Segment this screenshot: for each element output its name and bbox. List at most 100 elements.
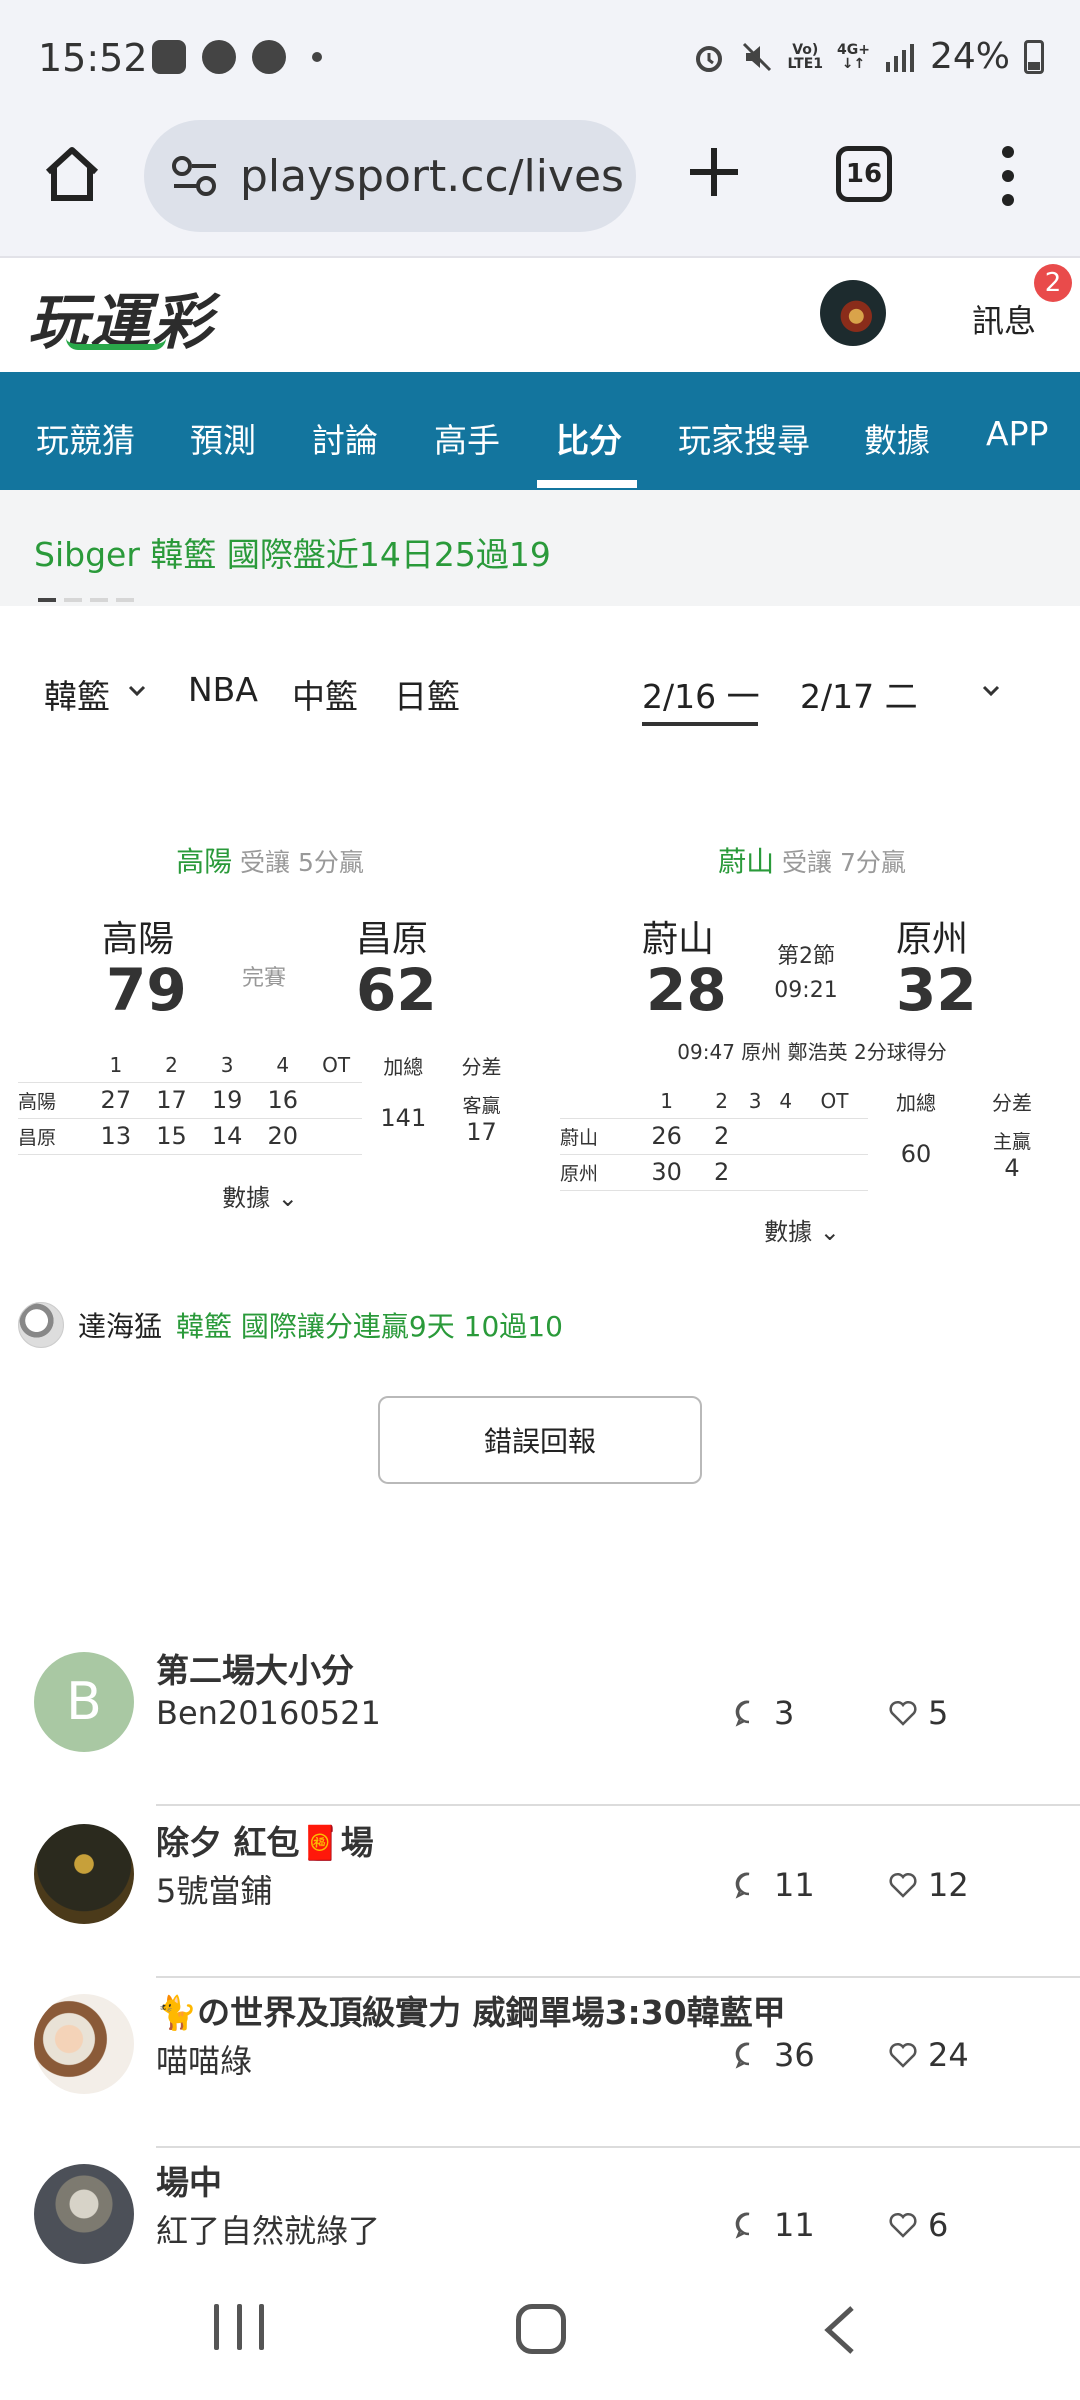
score-diff: 客贏 17 xyxy=(462,1094,501,1146)
post-title[interactable]: 除夕 紅包🧧場 xyxy=(156,1816,374,1864)
league-nba[interactable]: NBA xyxy=(188,670,258,709)
user-avatar[interactable] xyxy=(820,280,886,346)
game-header: 高陽 受讓 5分贏 xyxy=(176,845,364,878)
line-icon xyxy=(202,40,236,74)
mute-icon xyxy=(742,42,771,71)
nav-item-predict[interactable]: 預測 xyxy=(190,414,256,462)
game-status: 完賽 xyxy=(241,966,286,991)
nav-item-app[interactable]: APP xyxy=(986,414,1048,453)
tip-banner[interactable]: 達海猛 韓籃 國際讓分連贏9天 10過10 xyxy=(18,1300,563,1350)
notification-icons xyxy=(152,40,322,74)
latest-event: 09:47 原州 鄭浩英 2分球得分 xyxy=(677,1040,947,1064)
post-author[interactable]: 喵喵綠 xyxy=(156,2036,252,2082)
volte-indicator: Vo) LTE1 xyxy=(787,41,824,72)
logo-swoosh xyxy=(66,338,166,350)
like-count[interactable]: 12 xyxy=(888,1866,969,1904)
avatar xyxy=(34,1824,134,1924)
date-tab-active[interactable]: 2/16 一 xyxy=(642,670,760,718)
comment-icon xyxy=(735,2042,750,2069)
heart-icon xyxy=(889,1872,917,1898)
nav-item-data[interactable]: 數據 xyxy=(864,414,930,462)
new-tab-icon[interactable] xyxy=(684,142,744,202)
browser-toolbar: playsport.cc/lives 16 xyxy=(0,120,1080,258)
home-icon[interactable] xyxy=(40,142,104,206)
total-score: 60 xyxy=(900,1140,932,1168)
site-header: 玩運彩 訊息 2 xyxy=(0,258,1080,372)
ticker-pagination xyxy=(38,598,134,602)
away-team-score: 28 xyxy=(646,956,727,1024)
quarter-table: 1 2 3 4 OT 加總 分差 高陽 27 17 19 16 141 客贏 17 昌原 13 15 1… xyxy=(18,1048,518,1155)
like-count[interactable]: 5 xyxy=(888,1694,948,1732)
like-count[interactable]: 6 xyxy=(888,2206,948,2244)
quarter-table: 1 2 3 4 OT 加總 分差 蔚山 26 2 60 主贏 4 原州 30 2 xyxy=(560,1084,1060,1191)
system-navigation-bar xyxy=(0,2280,1080,2400)
nav-active-indicator xyxy=(537,480,637,488)
recent-apps-icon[interactable] xyxy=(214,2304,264,2354)
report-error-button[interactable]: 錯誤回報 xyxy=(378,1396,702,1484)
battery-percent: 24% xyxy=(929,36,1010,77)
back-icon[interactable] xyxy=(820,2304,860,2356)
game-header: 蔚山 受讓 7分贏 xyxy=(718,845,906,878)
data-indicator: 4G+ ↓↑ xyxy=(837,41,870,72)
comment-count: 3 xyxy=(734,1694,794,1732)
comment-icon xyxy=(735,1700,750,1727)
list-item[interactable]: 🐈の世界及頂級實力 威鋼單場3:30韓藍甲 喵喵綠 36 24 xyxy=(0,1978,1080,2148)
nav-item-scores[interactable]: 比分 xyxy=(556,414,622,462)
alarm-icon xyxy=(695,45,722,72)
comment-count: 11 xyxy=(734,2206,815,2244)
messages-link[interactable]: 訊息 xyxy=(972,296,1036,342)
tipster-name[interactable]: 達海猛 xyxy=(78,1305,162,1345)
status-bar: 15:52 Vo) LTE1 4G+ ↓↑ 24% xyxy=(0,0,1080,120)
home-team-name: 原州 xyxy=(896,919,969,960)
gallery-icon xyxy=(152,40,186,74)
url-text[interactable]: playsport.cc/lives xyxy=(240,151,624,202)
home-button-icon[interactable] xyxy=(516,2304,566,2354)
league-dropdown[interactable]: 韓籃 xyxy=(44,670,110,718)
total-score: 141 xyxy=(380,1104,427,1132)
nav-item-competition[interactable]: 玩競猜 xyxy=(36,414,135,462)
avatar xyxy=(34,2164,134,2264)
like-count[interactable]: 24 xyxy=(888,2036,969,2074)
more-menu-icon[interactable] xyxy=(996,146,1020,206)
game-card[interactable]: 高陽 受讓 5分贏 高陽 昌原 79 62 完賽 1 2 3 4 OT 加總 分差 高陽 2… xyxy=(10,840,530,1220)
league-jpn[interactable]: 日籃 xyxy=(394,670,460,718)
nav-item-player-search[interactable]: 玩家搜尋 xyxy=(678,414,810,462)
heart-icon xyxy=(889,2212,917,2238)
post-title[interactable]: 🐈の世界及頂級實力 威鋼單場3:30韓藍甲 xyxy=(156,1986,786,2034)
home-team-name: 昌原 xyxy=(356,919,429,960)
stats-link[interactable]: 數據 ⌄ xyxy=(180,1178,340,1213)
list-item[interactable]: B 第二場大小分 Ben20160521 3 5 xyxy=(0,1636,1080,1806)
main-nav: 玩競猜 預測 討論 高手 比分 玩家搜尋 數據 APP xyxy=(0,372,1080,490)
post-author[interactable]: 紅了自然就綠了 xyxy=(156,2206,380,2252)
game-period: 第2節 09:21 xyxy=(774,944,838,1003)
system-status: Vo) LTE1 4G+ ↓↑ 24% xyxy=(692,36,1044,77)
ticker-banner[interactable]: Sibger 韓籃 國際盤近14日25過19 xyxy=(0,490,1080,606)
address-bar[interactable]: playsport.cc/lives xyxy=(144,120,636,232)
site-settings-icon[interactable] xyxy=(170,154,220,198)
chrome-icon xyxy=(252,40,286,74)
stats-link[interactable]: 數據 ⌄ xyxy=(722,1212,882,1247)
away-team-name: 高陽 xyxy=(102,919,175,960)
chevron-down-icon[interactable] xyxy=(128,682,146,700)
away-team-score: 79 xyxy=(106,956,187,1024)
date-chevron-down-icon[interactable] xyxy=(982,682,1000,700)
post-title[interactable]: 場中 xyxy=(156,2156,222,2204)
tip-text[interactable]: 韓籃 國際讓分連贏9天 10過10 xyxy=(176,1305,563,1345)
list-item[interactable]: 除夕 紅包🧧場 5號當鋪 11 12 xyxy=(0,1808,1080,1978)
more-notifications-icon xyxy=(312,52,322,62)
post-title[interactable]: 第二場大小分 xyxy=(156,1644,354,1692)
nav-item-forum[interactable]: 討論 xyxy=(312,414,378,462)
signal-icon xyxy=(885,43,914,72)
game-card[interactable]: 蔚山 受讓 7分贏 蔚山 原州 28 32 第2節 09:21 09:47 原州 … xyxy=(552,840,1072,1260)
home-team-score: 32 xyxy=(896,956,977,1024)
nav-item-experts[interactable]: 高手 xyxy=(434,414,500,462)
heart-icon xyxy=(889,1700,917,1726)
ticker-text[interactable]: Sibger 韓籃 國際盤近14日25過19 xyxy=(34,528,551,576)
divider xyxy=(156,1804,1080,1806)
comment-icon xyxy=(735,2212,750,2239)
post-author[interactable]: Ben20160521 xyxy=(156,1694,381,1732)
league-cba[interactable]: 中籃 xyxy=(292,670,358,718)
date-tab[interactable]: 2/17 二 xyxy=(800,670,918,718)
tab-switcher-button[interactable]: 16 xyxy=(836,146,892,202)
post-author[interactable]: 5號當鋪 xyxy=(156,1866,272,1912)
